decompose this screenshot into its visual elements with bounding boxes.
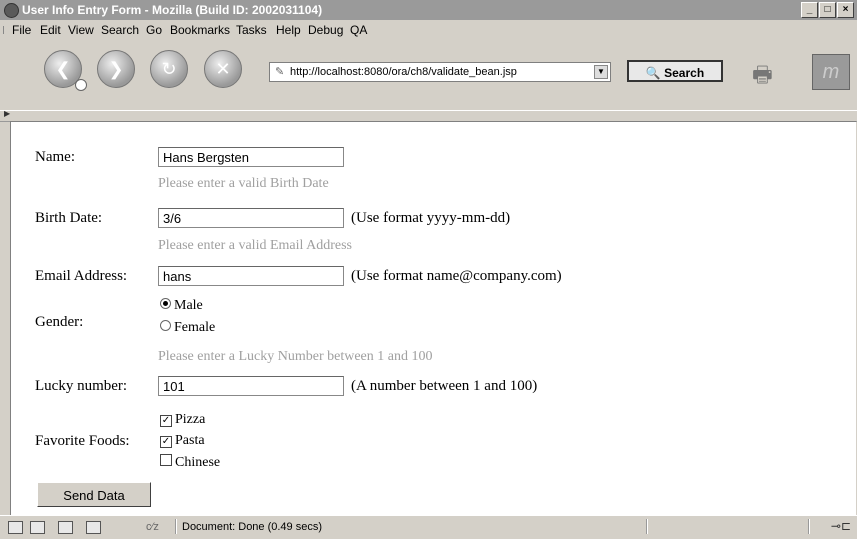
food-pizza-label: Pizza <box>175 412 206 427</box>
window-title: User Info Entry Form - Mozilla (Build ID… <box>22 3 323 17</box>
url-bar[interactable]: ✎ http://localhost:8080/ora/ch8/validate… <box>269 62 611 82</box>
food-chinese-checkbox[interactable]: Chinese <box>160 454 220 471</box>
magnifier-icon: 🔍 <box>645 66 661 80</box>
menu-grip <box>3 26 8 34</box>
gender-female-radio[interactable]: Female <box>160 320 215 336</box>
search-button-label: Search <box>664 66 705 80</box>
lucky-number-error: Please enter a Lucky Number between 1 an… <box>158 349 433 364</box>
back-dropdown-icon[interactable] <box>75 79 87 91</box>
gender-male-label: Male <box>174 298 203 313</box>
window-controls: _ □ × <box>801 2 854 18</box>
search-button[interactable]: 🔍 Search <box>627 60 723 82</box>
maximize-button[interactable]: □ <box>819 2 836 18</box>
gender-label: Gender: <box>35 314 84 330</box>
menu-help[interactable]: Help <box>276 23 301 37</box>
email-input[interactable]: hans <box>158 266 344 286</box>
url-input[interactable]: http://localhost:8080/ora/ch8/validate_b… <box>290 63 517 81</box>
navigation-toolbar: ❮ ❯ ↻ ✕ ✎ http://localhost:8080/ora/ch8/… <box>0 40 857 110</box>
birth-date-input[interactable]: 3/6 <box>158 208 344 228</box>
lucky-number-hint: (A number between 1 and 100) <box>351 378 538 394</box>
mozilla-throbber-icon[interactable]: m <box>812 54 850 90</box>
lucky-number-label: Lucky number: <box>35 378 128 394</box>
url-history-dropdown-icon[interactable]: ▼ <box>594 65 608 79</box>
radio-selected-icon[interactable] <box>160 298 171 309</box>
menu-search[interactable]: Search <box>101 23 139 37</box>
minimize-button[interactable]: _ <box>801 2 818 18</box>
menu-edit[interactable]: Edit <box>40 23 61 37</box>
name-label: Name: <box>35 149 75 165</box>
address-book-icon[interactable] <box>86 521 101 534</box>
email-error: Please enter a valid Email Address <box>158 238 352 253</box>
birth-date-error: Please enter a valid Birth Date <box>158 176 329 191</box>
toolbar-collapse-icon[interactable]: ▶ <box>4 109 10 118</box>
food-pasta-label: Pasta <box>175 433 205 448</box>
email-hint: (Use format name@company.com) <box>351 268 562 284</box>
food-chinese-label: Chinese <box>175 455 221 470</box>
status-bar: c⁄z Document: Done (0.49 secs) ⊸⊏ <box>0 515 857 539</box>
birth-date-hint: (Use format yyyy-mm-dd) <box>351 210 511 226</box>
name-input[interactable]: Hans Bergsten <box>158 147 344 167</box>
status-message: Document: Done (0.49 secs) <box>182 521 323 533</box>
birth-date-label: Birth Date: <box>35 210 103 226</box>
send-data-button[interactable]: Send Data <box>37 482 151 507</box>
reload-button[interactable]: ↻ <box>150 50 188 88</box>
checkbox-checked-icon[interactable]: ✓ <box>160 415 172 427</box>
menu-bookmarks[interactable]: Bookmarks <box>170 23 230 37</box>
menu-file[interactable]: File <box>12 23 31 37</box>
back-button[interactable]: ❮ <box>44 50 87 91</box>
gender-male-radio[interactable]: Male <box>160 298 203 314</box>
checkbox-checked-icon[interactable]: ✓ <box>160 436 172 448</box>
forward-button[interactable]: ❯ <box>97 50 135 88</box>
gender-female-label: Female <box>174 320 216 335</box>
mozilla-app-icon <box>4 3 19 18</box>
lucky-number-input[interactable]: 101 <box>158 376 344 396</box>
navigator-icon[interactable] <box>8 521 23 534</box>
security-lock-icon[interactable]: ⊸⊏ <box>831 519 851 533</box>
checkbox-unchecked-icon[interactable] <box>160 454 172 466</box>
email-label: Email Address: <box>35 268 128 284</box>
composer-icon[interactable] <box>58 521 73 534</box>
close-button[interactable]: × <box>837 2 854 18</box>
food-pasta-checkbox[interactable]: ✓ Pasta <box>160 433 205 449</box>
print-icon[interactable]: 🖶 <box>752 58 782 87</box>
menu-bar: File Edit View Search Go Bookmarks Tasks… <box>0 20 857 40</box>
page-content: Name: Hans Bergsten Please enter a valid… <box>10 121 856 516</box>
status-separator <box>646 519 648 534</box>
stop-button[interactable]: ✕ <box>204 50 242 88</box>
window-titlebar: User Info Entry Form - Mozilla (Build ID… <box>0 0 857 20</box>
mail-icon[interactable] <box>30 521 45 534</box>
food-pizza-checkbox[interactable]: ✓ Pizza <box>160 412 205 428</box>
menu-qa[interactable]: QA <box>350 23 367 37</box>
menu-debug[interactable]: Debug <box>308 23 343 37</box>
status-separator <box>808 519 810 534</box>
radio-unselected-icon[interactable] <box>160 320 171 331</box>
page-proxy-icon: ✎ <box>275 66 285 78</box>
favorite-foods-label: Favorite Foods: <box>35 433 130 449</box>
menu-tasks[interactable]: Tasks <box>236 23 267 37</box>
chatzilla-icon[interactable]: c⁄z <box>146 521 159 533</box>
menu-view[interactable]: View <box>68 23 94 37</box>
menu-go[interactable]: Go <box>146 23 162 37</box>
status-separator <box>175 519 177 534</box>
